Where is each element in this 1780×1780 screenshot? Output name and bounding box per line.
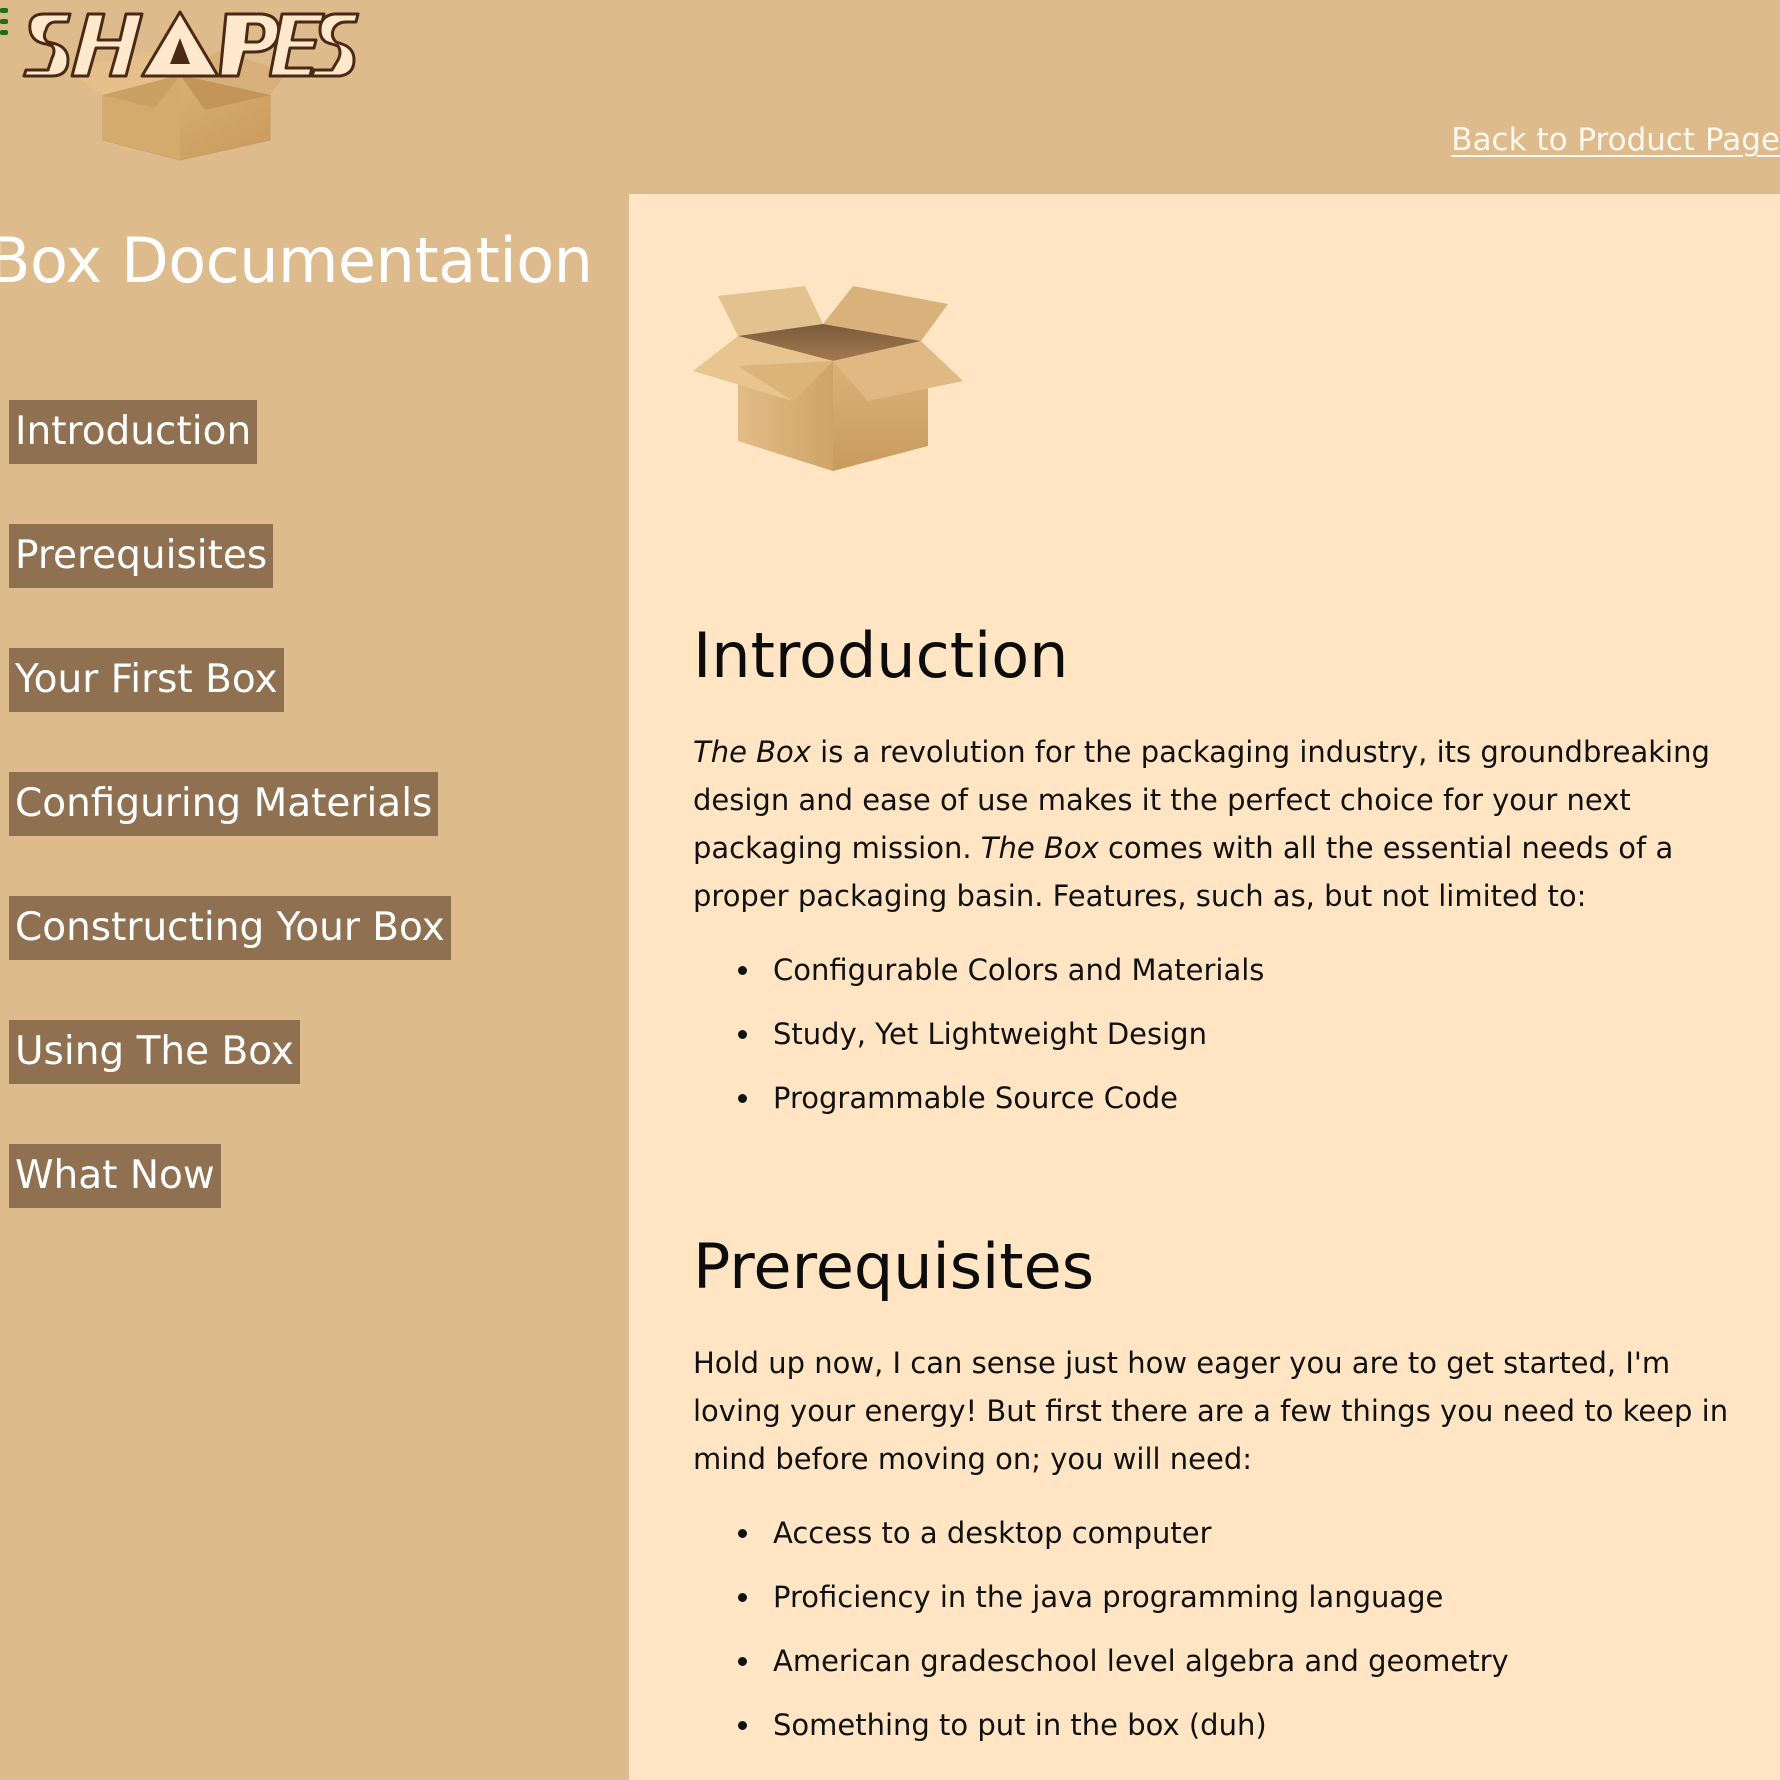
back-to-product-link[interactable]: Back to Product Page bbox=[1451, 122, 1780, 158]
features-list: Configurable Colors and Materials Study,… bbox=[693, 950, 1733, 1118]
intro-paragraph: The Box is a revolution for the packagin… bbox=[693, 728, 1733, 920]
nav-item: Configuring Materials bbox=[9, 772, 451, 896]
nav-link-prerequisites[interactable]: Prerequisites bbox=[9, 524, 274, 588]
list-item: Programmable Source Code bbox=[738, 1078, 1733, 1118]
section-title-introduction: Introduction bbox=[693, 619, 1069, 692]
nav-item: Your First Box bbox=[9, 648, 451, 772]
sidebar-title: Box Documentation bbox=[0, 224, 593, 297]
menu-icon[interactable] bbox=[0, 8, 8, 41]
nav-item: Constructing Your Box bbox=[9, 896, 451, 1020]
sidebar: Box Documentation Introduction Prerequis… bbox=[0, 194, 629, 1780]
prerequisites-list: Access to a desktop computer Proficiency… bbox=[693, 1513, 1733, 1745]
list-item: Access to a desktop computer bbox=[738, 1513, 1733, 1553]
site-header: Back to Product Page bbox=[0, 0, 1780, 194]
nav-link-configuring-materials[interactable]: Configuring Materials bbox=[9, 772, 439, 836]
list-item: American gradeschool level algebra and g… bbox=[738, 1641, 1733, 1681]
nav-item: What Now bbox=[9, 1144, 451, 1268]
nav-item: Using The Box bbox=[9, 1020, 451, 1144]
product-name-emphasis: The Box bbox=[980, 831, 1099, 865]
section-title-prerequisites: Prerequisites bbox=[693, 1230, 1095, 1303]
list-item: Study, Yet Lightweight Design bbox=[738, 1014, 1733, 1054]
open-box-icon bbox=[693, 286, 963, 471]
nav-link-constructing-your-box[interactable]: Constructing Your Box bbox=[9, 896, 451, 960]
prereq-paragraph: Hold up now, I can sense just how eager … bbox=[693, 1346, 1729, 1476]
nav-link-your-first-box[interactable]: Your First Box bbox=[9, 648, 284, 712]
list-item: Proficiency in the java programming lang… bbox=[738, 1577, 1733, 1617]
sidebar-nav: Introduction Prerequisites Your First Bo… bbox=[9, 400, 451, 1268]
shapes-logo[interactable] bbox=[22, 8, 362, 80]
product-name-emphasis: The Box bbox=[693, 735, 811, 769]
nav-link-what-now[interactable]: What Now bbox=[9, 1144, 221, 1208]
nav-link-introduction[interactable]: Introduction bbox=[9, 400, 258, 464]
nav-link-using-the-box[interactable]: Using The Box bbox=[9, 1020, 300, 1084]
list-item: Configurable Colors and Materials bbox=[738, 950, 1733, 990]
main-content[interactable]: Introduction The Box is a revolution for… bbox=[629, 194, 1780, 1780]
list-item: Something to put in the box (duh) bbox=[738, 1705, 1733, 1745]
nav-item: Introduction bbox=[9, 400, 451, 524]
nav-item: Prerequisites bbox=[9, 524, 451, 648]
